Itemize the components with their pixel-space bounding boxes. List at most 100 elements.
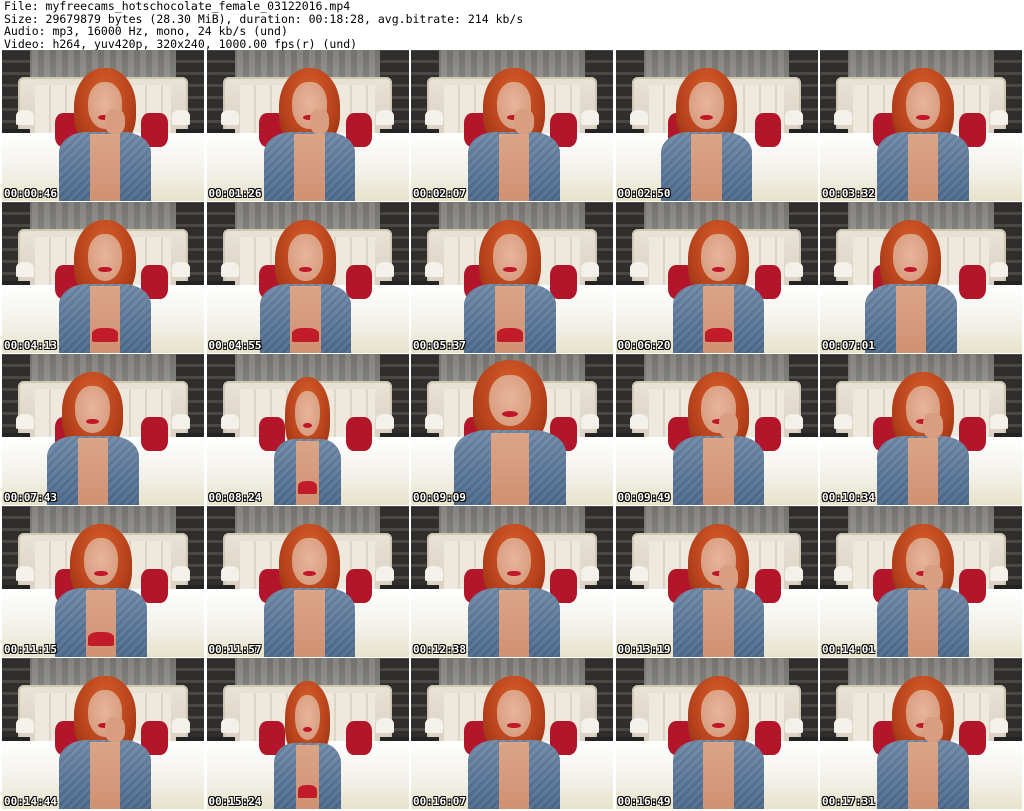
face [83, 537, 119, 585]
person-figure [267, 372, 348, 505]
face [87, 233, 123, 281]
red-top [297, 785, 318, 799]
lamp-left [220, 566, 239, 582]
face [688, 81, 724, 129]
face [288, 233, 323, 281]
chest [498, 590, 530, 657]
frame-timestamp: 00:07:01 [822, 339, 875, 352]
person-figure [652, 62, 761, 201]
person-figure [50, 214, 159, 353]
frame-timestamp: 00:10:34 [822, 491, 875, 504]
lamp-right [376, 110, 395, 126]
hand [105, 109, 125, 135]
lamp-right [785, 262, 804, 278]
video-frame-thumbnail: 00:15:24 [206, 658, 409, 809]
frame-timestamp: 00:06:20 [617, 339, 671, 352]
video-frame-thumbnail: 00:09:49 [615, 354, 818, 505]
lamp-left [834, 414, 853, 430]
lamp-right [376, 414, 395, 430]
lamp-right [580, 414, 599, 430]
red-top [91, 327, 119, 342]
frame-timestamp: 00:16:49 [617, 795, 671, 808]
file-name-line: File: myfreecams_hotschocolate_female_03… [4, 0, 351, 13]
lamp-right [989, 110, 1008, 126]
video-frame-thumbnail: 00:14:44 [2, 658, 204, 809]
lamp-left [220, 262, 239, 278]
face [488, 375, 532, 427]
lamp-left [16, 414, 35, 430]
person-figure [868, 366, 977, 505]
lamp-left [220, 718, 239, 734]
face [294, 694, 321, 740]
hand [105, 717, 125, 743]
lamp-left [629, 414, 648, 430]
person-figure [50, 62, 159, 201]
lamp-left [425, 414, 444, 430]
lamp-right [989, 566, 1008, 582]
chest [907, 438, 939, 505]
lamp-left [220, 414, 239, 430]
frame-timestamp: 00:17:31 [822, 795, 875, 808]
lamp-left [425, 110, 444, 126]
video-frame-thumbnail: 00:07:01 [820, 202, 1022, 353]
lamp-left [16, 566, 35, 582]
lamp-left [834, 566, 853, 582]
lamp-left [834, 718, 853, 734]
lamp-left [425, 718, 444, 734]
chest [294, 134, 325, 201]
frame-timestamp: 00:09:49 [617, 491, 671, 504]
face [496, 689, 532, 737]
lamp-right [785, 566, 804, 582]
lamp-left [16, 110, 35, 126]
person-figure [459, 670, 568, 809]
frame-timestamp: 00:15:24 [208, 795, 262, 808]
hand [923, 565, 943, 591]
lamp-right [989, 718, 1008, 734]
face [905, 81, 941, 129]
frame-timestamp: 00:14:44 [4, 795, 57, 808]
chest [498, 742, 530, 809]
chest [296, 441, 319, 505]
chest [907, 742, 939, 809]
lamp-right [580, 718, 599, 734]
face [75, 385, 111, 433]
lamp-right [785, 110, 804, 126]
person-figure [251, 214, 360, 353]
face [701, 689, 736, 737]
person-figure [459, 62, 568, 201]
lamp-right [580, 110, 599, 126]
video-frame-thumbnail: 00:06:20 [615, 202, 818, 353]
thumbnail-grid: 00:00:46 00:01:26 00:02:07 00:02:50 00:03:32… [2, 50, 1022, 809]
hand [514, 109, 534, 135]
person-figure [50, 670, 159, 809]
lamp-left [629, 566, 648, 582]
video-frame-thumbnail: 00:16:49 [615, 658, 818, 809]
chest [703, 590, 734, 657]
video-frame-thumbnail: 00:02:50 [615, 50, 818, 201]
frame-timestamp: 00:01:26 [208, 187, 262, 200]
person-figure [255, 518, 364, 657]
chest [907, 134, 939, 201]
person-figure [267, 676, 348, 809]
lamp-left [220, 110, 239, 126]
hand [923, 717, 943, 743]
lamp-right [171, 414, 190, 430]
frame-timestamp: 00:05:37 [413, 339, 466, 352]
video-frame-thumbnail: 00:10:34 [820, 354, 1022, 505]
lamp-right [171, 566, 190, 582]
chest [494, 286, 526, 353]
video-frame-thumbnail: 00:05:37 [411, 202, 613, 353]
person-figure [664, 518, 773, 657]
chest [77, 438, 109, 505]
lamp-right [785, 718, 804, 734]
frame-timestamp: 00:14:01 [822, 643, 875, 656]
lamp-left [629, 110, 648, 126]
lamp-right [989, 262, 1008, 278]
person-figure [664, 366, 773, 505]
frame-timestamp: 00:02:50 [617, 187, 671, 200]
frame-timestamp: 00:07:43 [4, 491, 57, 504]
chest [691, 134, 722, 201]
lamp-right [580, 262, 599, 278]
video-frame-thumbnail: 00:12:38 [411, 506, 613, 657]
video-frame-thumbnail: 00:03:32 [820, 50, 1022, 201]
